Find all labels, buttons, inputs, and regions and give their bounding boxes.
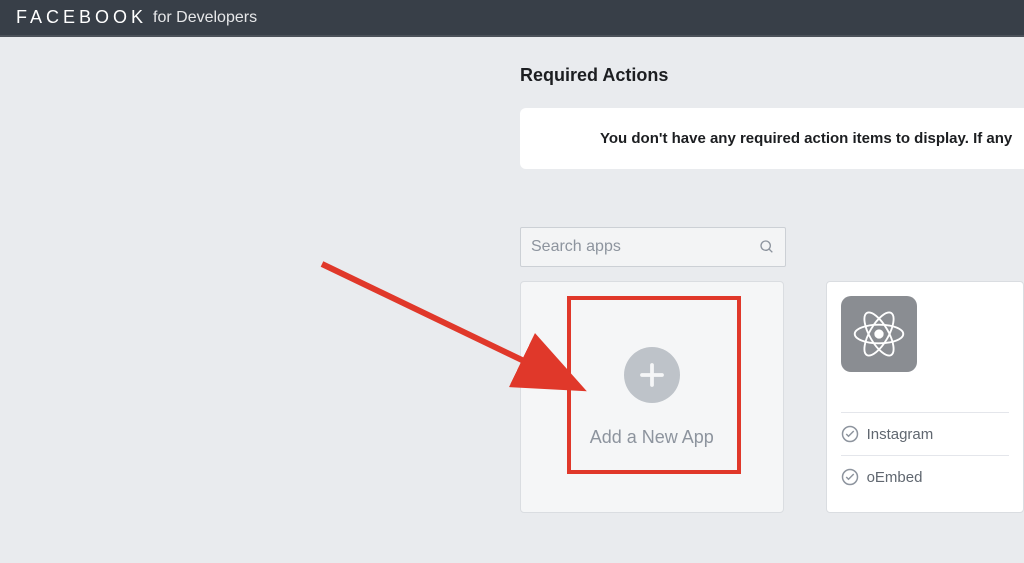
required-actions-title: Required Actions <box>520 65 1024 86</box>
check-circle-icon <box>841 468 859 486</box>
brand-logo[interactable]: FACEBOOK <box>16 7 147 28</box>
atom-icon <box>841 296 917 372</box>
plus-circle-icon <box>624 347 680 403</box>
app-card[interactable]: Instagram oEmbed <box>826 281 1024 513</box>
search-icon <box>759 239 775 255</box>
apps-row: Add a New App Instagram <box>520 281 1024 513</box>
empty-actions-card: You don't have any required action items… <box>520 108 1024 169</box>
main-content: Required Actions You don't have any requ… <box>0 37 1024 513</box>
search-apps-box[interactable] <box>520 227 786 267</box>
feature-instagram: Instagram <box>841 412 1009 455</box>
feature-oembed: oEmbed <box>841 455 1009 498</box>
add-new-app-card[interactable]: Add a New App <box>520 281 784 513</box>
search-input[interactable] <box>531 238 759 256</box>
brand-suffix: for Developers <box>153 9 257 27</box>
empty-actions-text: You don't have any required action items… <box>600 130 1012 147</box>
top-nav-bar: FACEBOOK for Developers <box>0 0 1024 37</box>
check-circle-icon <box>841 425 859 443</box>
feature-label: oEmbed <box>867 469 923 486</box>
add-app-label: Add a New App <box>590 427 714 448</box>
feature-label: Instagram <box>867 426 934 443</box>
